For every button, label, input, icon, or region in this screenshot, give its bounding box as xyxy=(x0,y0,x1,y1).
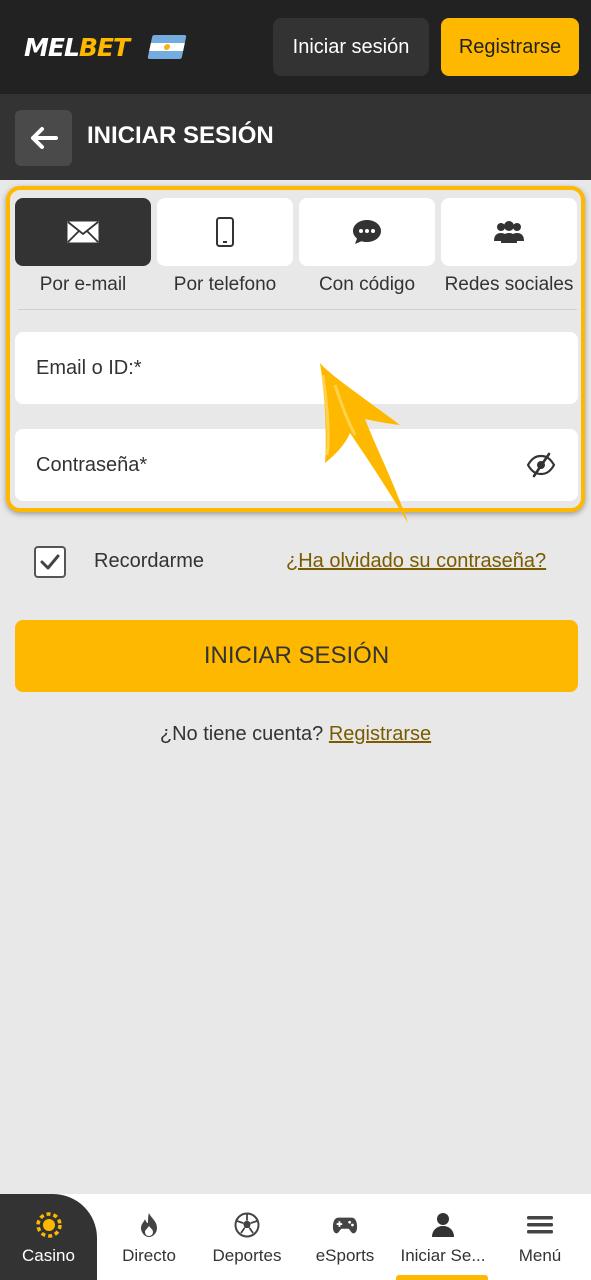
forgot-password-link[interactable]: ¿Ha olvidado su contraseña? xyxy=(286,550,546,573)
argentina-flag-icon xyxy=(147,35,187,59)
password-placeholder: Contraseña* xyxy=(36,454,148,476)
tab-code-label: Con código xyxy=(318,274,416,295)
casino-chip-icon xyxy=(35,1212,62,1238)
tab-phone-label: Por telefono xyxy=(173,274,277,295)
email-field[interactable]: Email o ID:* xyxy=(15,332,578,404)
nav-menu-label: Menú xyxy=(518,1246,562,1265)
tab-email[interactable] xyxy=(15,198,151,266)
nav-casino[interactable]: Casino xyxy=(0,1194,97,1280)
nav-casino-label: Casino xyxy=(22,1246,75,1265)
hamburger-icon xyxy=(527,1216,553,1234)
melbet-logo[interactable]: MELBET xyxy=(24,33,130,62)
eye-off-icon[interactable] xyxy=(526,451,556,479)
nav-login[interactable]: Iniciar Se... xyxy=(394,1194,492,1280)
no-account-row: ¿No tiene cuenta? Registrarse xyxy=(0,723,591,746)
login-button-header[interactable]: Iniciar sesión xyxy=(273,18,429,76)
nav-live-label: Directo xyxy=(122,1246,176,1265)
tab-phone[interactable] xyxy=(157,198,293,266)
soccer-ball-icon xyxy=(234,1212,260,1238)
bottom-nav: Casino Directo Deportes eSports Iniciar … xyxy=(0,1194,591,1280)
check-icon xyxy=(40,554,60,570)
nav-menu[interactable]: Menú xyxy=(492,1194,588,1280)
top-bar: MELBET Iniciar sesión Registrarse xyxy=(0,0,591,94)
title-bar: INICIAR SESIÓN xyxy=(0,94,591,180)
nav-login-label: Iniciar Se... xyxy=(400,1246,486,1265)
nav-sports-label: Deportes xyxy=(212,1246,282,1265)
login-method-card: Por e-mail Por telefono Con código Redes… xyxy=(6,186,585,512)
tab-email-label: Por e-mail xyxy=(39,274,127,295)
no-account-text: ¿No tiene cuenta? xyxy=(159,723,324,745)
page-title: INICIAR SESIÓN xyxy=(87,122,274,149)
tab-social[interactable] xyxy=(441,198,577,266)
fire-icon xyxy=(141,1213,157,1237)
highlight-arrow-icon xyxy=(320,363,408,523)
user-icon xyxy=(432,1213,454,1237)
back-button[interactable] xyxy=(15,110,72,166)
tab-code[interactable] xyxy=(299,198,435,266)
remember-label: Recordarme xyxy=(94,550,205,572)
login-submit-button[interactable]: INICIAR SESIÓN xyxy=(15,620,578,692)
tab-social-label: Redes sociales xyxy=(444,274,574,295)
nav-esports-label: eSports xyxy=(315,1246,375,1265)
gamepad-icon xyxy=(332,1217,358,1234)
remember-checkbox[interactable] xyxy=(34,546,66,578)
nav-sports[interactable]: Deportes xyxy=(198,1194,296,1280)
email-placeholder: Email o ID:* xyxy=(36,357,142,379)
register-button-header[interactable]: Registrarse xyxy=(441,18,579,76)
nav-live[interactable]: Directo xyxy=(100,1194,198,1280)
nav-active-indicator xyxy=(396,1275,488,1280)
phone-icon xyxy=(216,217,234,247)
envelope-icon xyxy=(67,221,99,243)
divider xyxy=(18,309,577,310)
chat-bubble-icon xyxy=(353,220,381,244)
users-icon xyxy=(494,221,524,243)
password-field[interactable]: Contraseña* xyxy=(15,429,578,501)
register-link[interactable]: Registrarse xyxy=(329,723,431,745)
nav-esports[interactable]: eSports xyxy=(296,1194,394,1280)
arrow-left-icon xyxy=(30,127,58,149)
